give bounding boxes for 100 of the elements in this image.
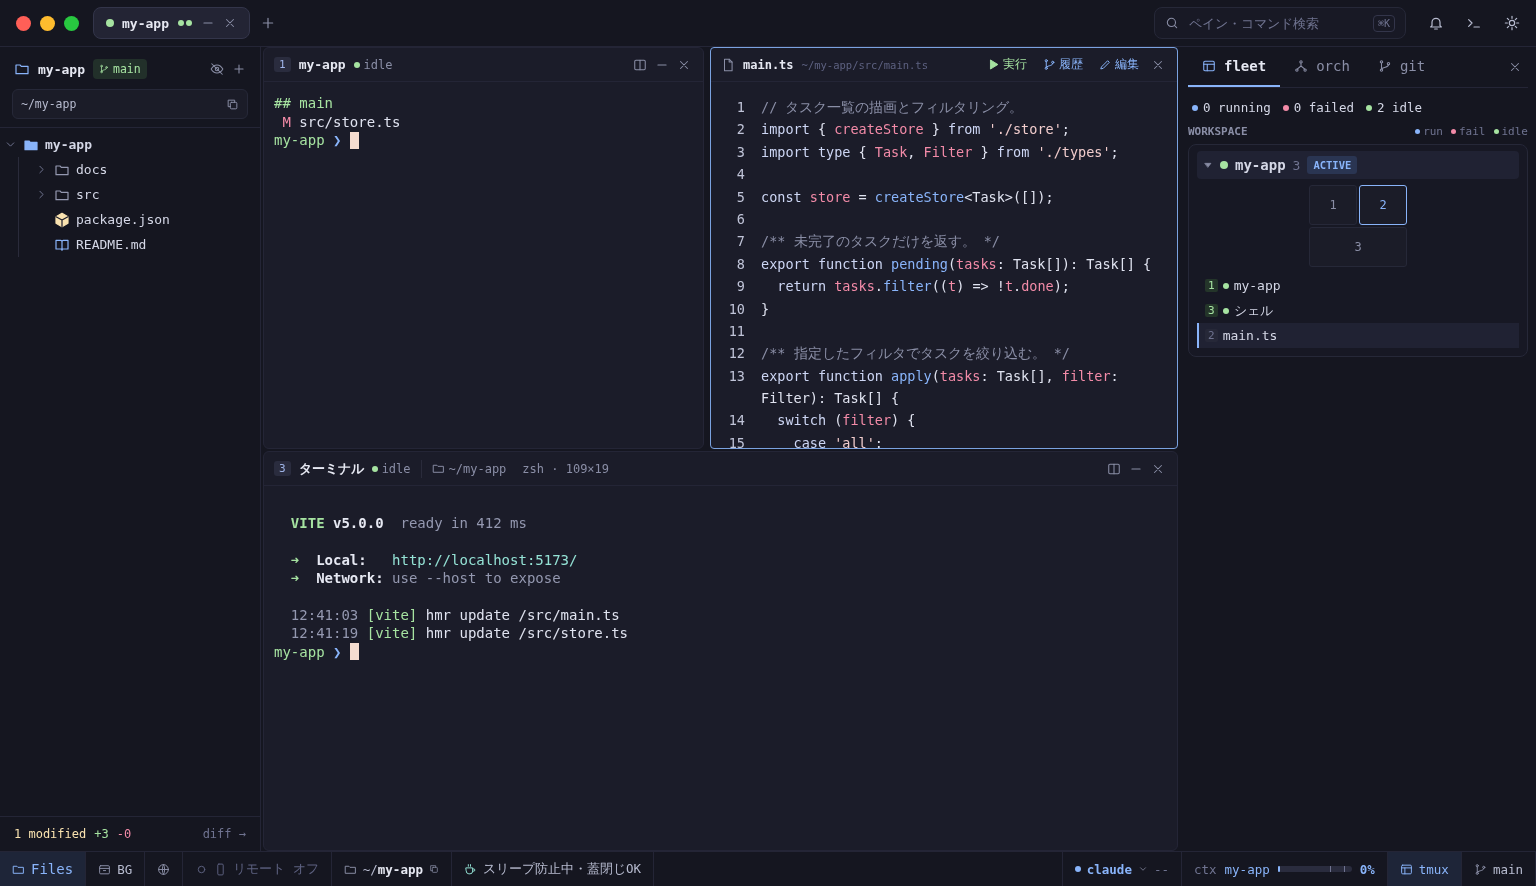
line-number: 12 (727, 344, 746, 364)
removed-count: -0 (116, 827, 132, 841)
tree-item[interactable]: README.md (31, 232, 260, 257)
branch-icon (1377, 59, 1392, 73)
copy-icon[interactable] (428, 864, 439, 874)
window-tab[interactable]: my-app (93, 7, 250, 39)
branch-tag[interactable]: main (92, 59, 147, 79)
line-number: 10 (727, 299, 746, 319)
history-button[interactable]: 履歴 (1039, 56, 1087, 73)
terminal-line: 12:41:19 [vite] hmr update /src/store.ts (289, 624, 629, 643)
branch-icon (98, 64, 109, 74)
pane-status: idle (363, 57, 393, 72)
files-status-item[interactable]: Files (0, 852, 87, 886)
pane-list-item[interactable]: 1 my-app (1197, 273, 1519, 298)
panel-tab[interactable]: orch (1280, 47, 1364, 87)
pane-thumbnail[interactable]: 2 (1359, 185, 1407, 225)
tree-item[interactable]: package.json (31, 207, 260, 232)
pane-list-item[interactable]: 3 シェル (1197, 298, 1519, 323)
globe-icon (157, 862, 171, 876)
search-field[interactable]: ペイン・コマンド検索 ⌘K (1154, 7, 1406, 39)
pane-name: main.ts (1222, 328, 1278, 343)
status-dot (353, 61, 360, 68)
pane-index: 3 (274, 461, 291, 476)
section-title: WORKSPACE (1188, 125, 1248, 138)
line-number: 1 (735, 98, 746, 117)
workspace-header[interactable]: my-app 3 ACTIVE (1197, 151, 1519, 179)
line-number: 6 (735, 209, 746, 229)
shortcut-key: ⌘K (1372, 14, 1395, 32)
tree-item[interactable]: my-app (0, 132, 260, 157)
sun-icon[interactable] (1504, 15, 1520, 31)
code-line: import { createStore } from './store'; (761, 120, 1070, 140)
activity-dots-icon (176, 19, 193, 27)
folder-status-item[interactable]: ~/my-app (331, 852, 452, 886)
minimize-window-button[interactable] (40, 15, 55, 31)
path-field[interactable]: ~/my-app (12, 89, 248, 119)
branch-status-item[interactable]: main (1461, 852, 1536, 886)
split-icon[interactable] (633, 57, 647, 72)
shell-info: zsh · 109×19 (522, 461, 610, 476)
pane-index: 2 (1205, 329, 1218, 342)
file-icon (721, 57, 735, 72)
file-path: ~/my-app/src/main.ts (801, 58, 928, 71)
add-icon[interactable] (232, 62, 246, 76)
code-line: // タスク一覧の描画とフィルタリング。 (761, 98, 1024, 117)
tree-item[interactable]: src (31, 182, 260, 207)
branch-icon (1473, 862, 1487, 876)
code-line: /** 指定したフィルタでタスクを絞り込む。 */ (761, 344, 1070, 364)
pane-title: my-app (298, 57, 346, 72)
bg-status-item[interactable]: BG (86, 852, 146, 886)
terminal-line: VITE v5.0.0 ready in 412 ms (289, 514, 527, 533)
added-count: +3 (94, 827, 109, 841)
branch-icon (1043, 58, 1056, 71)
line-number: 13 (727, 366, 746, 386)
pane-status: idle (381, 461, 411, 476)
close-window-button[interactable] (16, 15, 31, 31)
pane-thumbnail[interactable]: 3 (1309, 227, 1407, 267)
run-button[interactable]: 実行 (983, 56, 1031, 73)
edit-button[interactable]: 編集 (1095, 56, 1143, 73)
line-number: 3 (735, 142, 746, 162)
ctx-label: ctx (1194, 861, 1217, 877)
panel-tab[interactable]: git (1363, 47, 1440, 87)
copy-icon[interactable] (226, 97, 239, 111)
play-icon (987, 58, 1000, 71)
panel-tab[interactable]: fleet (1188, 47, 1281, 87)
status-count: 2 idle (1376, 100, 1423, 115)
code-line: export function apply(tasks: Task[], filter: (761, 366, 1119, 386)
legend-label: fail (1459, 125, 1486, 138)
agent-selector[interactable]: claude -- (1061, 852, 1182, 886)
status-dot (371, 465, 378, 472)
file-name: main.ts (743, 57, 794, 72)
code-line: const store = createStore<Task>([]); (761, 187, 1054, 207)
pane-count: 3 (1292, 157, 1301, 173)
layout-icon (1399, 862, 1413, 876)
terminal-line: 12:41:03 [vite] hmr update /src/main.ts (289, 605, 620, 624)
tree-item[interactable]: docs (31, 157, 260, 182)
split-icon[interactable] (1107, 461, 1121, 476)
caret-icon[interactable] (1203, 160, 1213, 170)
search-input[interactable]: ペイン・コマンド検索 (1187, 14, 1365, 32)
bell-icon[interactable] (1428, 15, 1444, 31)
hide-icon[interactable] (210, 62, 224, 76)
maximize-window-button[interactable] (64, 15, 79, 31)
terminal-line: my-app ❯ (274, 642, 342, 661)
search-icon (1165, 16, 1179, 30)
terminal-line: ## main (274, 94, 333, 113)
pane-list-item[interactable]: 2 main.ts (1197, 323, 1519, 348)
pane-name: my-app (1233, 278, 1281, 293)
diff-link[interactable]: diff → (202, 827, 246, 841)
nodes-icon (1294, 59, 1309, 73)
pane-index: 1 (274, 57, 291, 72)
status-count: 0 running (1203, 100, 1271, 115)
pane-title: ターミナル (298, 459, 364, 478)
pane-thumbnail[interactable]: 1 (1309, 185, 1357, 225)
pencil-icon (1099, 58, 1112, 71)
sleep-status-item[interactable]: スリープ防止中・蓋閉じOK (451, 852, 655, 886)
code-line: } (761, 299, 770, 319)
legend-label: idle (1501, 125, 1528, 138)
line-number: 8 (735, 254, 746, 274)
tmux-status-item[interactable]: tmux (1387, 852, 1462, 886)
modified-count: 1 modified (14, 827, 87, 841)
close-icon[interactable] (1508, 60, 1522, 74)
cup-icon (463, 862, 477, 876)
